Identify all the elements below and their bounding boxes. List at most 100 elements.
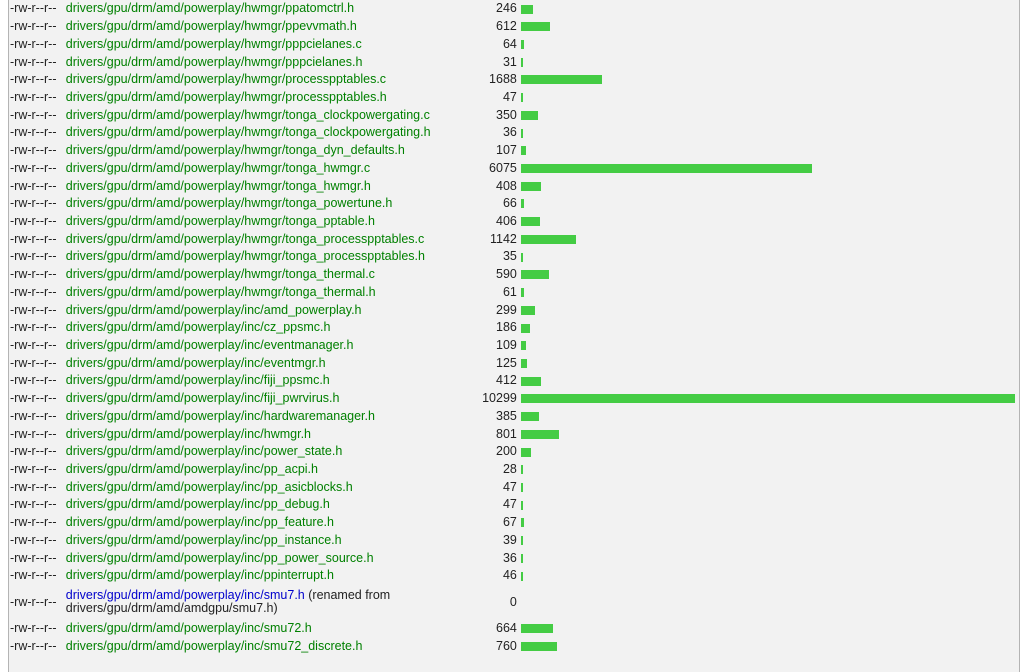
change-graph xyxy=(520,372,1019,390)
change-graph xyxy=(520,637,1019,655)
change-count: 1142 xyxy=(489,231,517,246)
file-mode: -rw-r--r-- xyxy=(10,231,57,246)
file-path-link[interactable]: drivers/gpu/drm/amd/powerplay/hwmgr/tong… xyxy=(66,249,425,263)
table-row: -rw-r--r-- drivers/gpu/drm/amd/powerplay/… xyxy=(9,142,1019,160)
file-path-link[interactable]: drivers/gpu/drm/amd/powerplay/inc/eventm… xyxy=(66,338,354,352)
change-graph xyxy=(520,195,1019,213)
file-path-link[interactable]: drivers/gpu/drm/amd/powerplay/inc/pp_ins… xyxy=(66,533,342,547)
file-mode: -rw-r--r-- xyxy=(10,89,57,104)
file-path-link[interactable]: drivers/gpu/drm/amd/powerplay/inc/smu72_… xyxy=(66,639,363,653)
table-row: -rw-r--r-- drivers/gpu/drm/amd/powerplay/… xyxy=(9,408,1019,426)
change-graph xyxy=(520,496,1019,514)
file-path-link[interactable]: drivers/gpu/drm/amd/powerplay/inc/ppinte… xyxy=(66,568,334,582)
file-path-link[interactable]: drivers/gpu/drm/amd/powerplay/hwmgr/tong… xyxy=(66,214,375,228)
added-lines-bar xyxy=(520,482,523,492)
change-graph xyxy=(520,567,1019,585)
file-path-cell: drivers/gpu/drm/amd/powerplay/hwmgr/tong… xyxy=(66,284,476,302)
file-path-cell: drivers/gpu/drm/amd/powerplay/inc/pp_fea… xyxy=(66,514,476,532)
table-row: -rw-r--r-- drivers/gpu/drm/amd/powerplay/… xyxy=(9,18,1019,36)
added-lines-bar xyxy=(520,57,523,67)
file-path-cell: drivers/gpu/drm/amd/powerplay/hwmgr/tong… xyxy=(66,124,476,142)
file-path-link[interactable]: drivers/gpu/drm/amd/powerplay/hwmgr/tong… xyxy=(66,179,371,193)
file-path-link[interactable]: drivers/gpu/drm/amd/powerplay/hwmgr/tong… xyxy=(66,267,375,281)
file-path-link[interactable]: drivers/gpu/drm/amd/powerplay/hwmgr/tong… xyxy=(66,161,370,175)
file-path-link[interactable]: drivers/gpu/drm/amd/powerplay/inc/fiji_p… xyxy=(66,391,340,405)
file-path-link[interactable]: drivers/gpu/drm/amd/powerplay/hwmgr/tong… xyxy=(66,232,425,246)
file-path-link[interactable]: drivers/gpu/drm/amd/powerplay/inc/amd_po… xyxy=(66,303,362,317)
file-path-link[interactable]: drivers/gpu/drm/amd/powerplay/hwmgr/proc… xyxy=(66,72,386,86)
file-path-cell: drivers/gpu/drm/amd/powerplay/inc/pp_asi… xyxy=(66,478,476,496)
file-path-link[interactable]: drivers/gpu/drm/amd/powerplay/hwmgr/tong… xyxy=(66,143,405,157)
file-path-cell: drivers/gpu/drm/amd/powerplay/inc/power_… xyxy=(66,443,476,461)
added-lines-bar xyxy=(520,270,549,280)
file-path-link[interactable]: drivers/gpu/drm/amd/powerplay/inc/eventm… xyxy=(66,356,326,370)
file-path-link[interactable]: drivers/gpu/drm/amd/powerplay/inc/pp_fea… xyxy=(66,515,334,529)
file-path-link[interactable]: drivers/gpu/drm/amd/powerplay/inc/cz_pps… xyxy=(66,320,331,334)
change-graph xyxy=(520,177,1019,195)
file-mode: -rw-r--r-- xyxy=(10,302,57,317)
file-path-link[interactable]: drivers/gpu/drm/amd/powerplay/hwmgr/pppc… xyxy=(66,55,363,69)
change-count: 299 xyxy=(496,302,517,317)
file-path-cell: drivers/gpu/drm/amd/powerplay/hwmgr/tong… xyxy=(66,142,476,160)
change-count: 590 xyxy=(496,267,517,282)
change-graph xyxy=(520,284,1019,302)
file-path-cell: drivers/gpu/drm/amd/powerplay/inc/pp_acp… xyxy=(66,461,476,479)
file-path-link[interactable]: drivers/gpu/drm/amd/powerplay/hwmgr/tong… xyxy=(66,125,431,139)
file-path-link[interactable]: drivers/gpu/drm/amd/powerplay/hwmgr/ppev… xyxy=(66,19,357,33)
file-path-cell: drivers/gpu/drm/amd/powerplay/hwmgr/ppat… xyxy=(66,0,476,18)
change-count: 406 xyxy=(496,213,517,228)
file-mode: -rw-r--r-- xyxy=(10,160,57,175)
change-count: 186 xyxy=(496,320,517,335)
file-mode: -rw-r--r-- xyxy=(10,391,57,406)
file-path-link[interactable]: drivers/gpu/drm/amd/powerplay/inc/smu7.h xyxy=(66,588,305,602)
file-path-link[interactable]: drivers/gpu/drm/amd/powerplay/inc/pp_asi… xyxy=(66,480,353,494)
change-count: 36 xyxy=(502,550,517,565)
file-path-link[interactable]: drivers/gpu/drm/amd/powerplay/hwmgr/tong… xyxy=(66,108,430,122)
file-mode: -rw-r--r-- xyxy=(10,36,57,51)
change-graph xyxy=(520,248,1019,266)
file-path-link[interactable]: drivers/gpu/drm/amd/powerplay/inc/fiji_p… xyxy=(66,373,330,387)
file-path-link[interactable]: drivers/gpu/drm/amd/powerplay/inc/power_… xyxy=(66,444,343,458)
file-path-link[interactable]: drivers/gpu/drm/amd/powerplay/inc/hwmgr.… xyxy=(66,427,311,441)
file-mode: -rw-r--r-- xyxy=(10,338,57,353)
file-path-link[interactable]: drivers/gpu/drm/amd/powerplay/hwmgr/ppat… xyxy=(66,1,354,15)
file-mode: -rw-r--r-- xyxy=(10,54,57,69)
file-mode: -rw-r--r-- xyxy=(10,497,57,512)
file-path-link[interactable]: drivers/gpu/drm/amd/powerplay/hwmgr/pppc… xyxy=(66,37,362,51)
change-count: 47 xyxy=(502,497,517,512)
table-row: -rw-r--r-- drivers/gpu/drm/amd/powerplay/… xyxy=(9,354,1019,372)
table-row: -rw-r--r-- drivers/gpu/drm/amd/powerplay/… xyxy=(9,319,1019,337)
change-count: 47 xyxy=(502,479,517,494)
added-lines-bar xyxy=(520,500,523,510)
added-lines-bar xyxy=(520,323,530,333)
file-path-link[interactable]: drivers/gpu/drm/amd/powerplay/inc/pp_acp… xyxy=(66,462,318,476)
table-row: -rw-r--r-- drivers/gpu/drm/amd/powerplay/… xyxy=(9,514,1019,532)
change-graph xyxy=(520,213,1019,231)
change-count: 200 xyxy=(496,444,517,459)
file-path-cell: drivers/gpu/drm/amd/powerplay/inc/hwmgr.… xyxy=(66,425,476,443)
file-path-link[interactable]: drivers/gpu/drm/amd/powerplay/hwmgr/tong… xyxy=(66,285,376,299)
file-path-cell: drivers/gpu/drm/amd/powerplay/inc/cz_pps… xyxy=(66,319,476,337)
table-row: -rw-r--r-- drivers/gpu/drm/amd/powerplay/… xyxy=(9,425,1019,443)
change-graph xyxy=(520,319,1019,337)
file-mode: -rw-r--r-- xyxy=(10,532,57,547)
file-path-link[interactable]: drivers/gpu/drm/amd/powerplay/inc/smu72.… xyxy=(66,621,312,635)
file-mode: -rw-r--r-- xyxy=(10,107,57,122)
file-path-cell: drivers/gpu/drm/amd/powerplay/hwmgr/tong… xyxy=(66,248,476,266)
table-row: -rw-r--r-- drivers/gpu/drm/amd/powerplay/… xyxy=(9,0,1019,18)
file-path-link[interactable]: drivers/gpu/drm/amd/powerplay/inc/pp_deb… xyxy=(66,497,330,511)
change-graph xyxy=(520,142,1019,160)
change-count: 0 xyxy=(509,594,517,609)
change-count: 36 xyxy=(502,125,517,140)
file-path-link[interactable]: drivers/gpu/drm/amd/powerplay/hwmgr/proc… xyxy=(66,90,387,104)
file-path-cell: drivers/gpu/drm/amd/powerplay/inc/smu7.h… xyxy=(66,585,476,620)
added-lines-bar xyxy=(520,429,559,439)
change-graph xyxy=(520,354,1019,372)
change-count: 801 xyxy=(496,426,517,441)
change-graph xyxy=(520,266,1019,284)
file-path-link[interactable]: drivers/gpu/drm/amd/powerplay/inc/hardwa… xyxy=(66,409,375,423)
table-row: -rw-r--r-- drivers/gpu/drm/amd/powerplay/… xyxy=(9,443,1019,461)
change-graph xyxy=(520,124,1019,142)
file-path-link[interactable]: drivers/gpu/drm/amd/powerplay/inc/pp_pow… xyxy=(66,551,374,565)
file-path-link[interactable]: drivers/gpu/drm/amd/powerplay/hwmgr/tong… xyxy=(66,196,393,210)
